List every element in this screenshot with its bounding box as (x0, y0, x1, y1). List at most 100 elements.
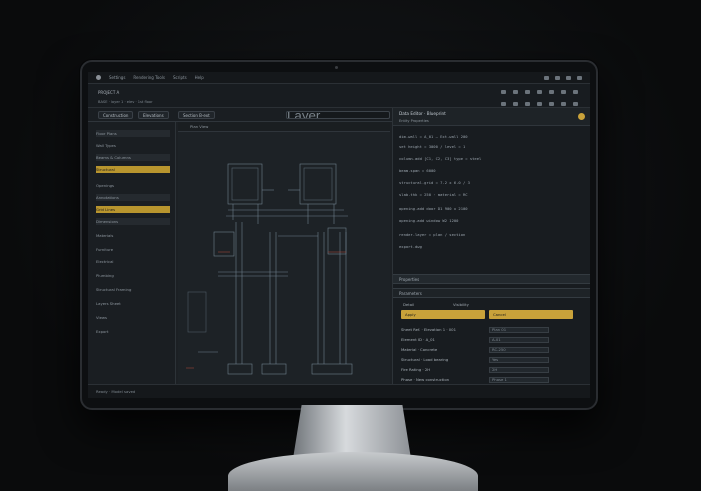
prop-row[interactable]: Sheet Ref. · Elevation 1 · 001 Plan 01 (401, 326, 585, 334)
user-icon[interactable] (577, 75, 582, 80)
snap-icon[interactable] (549, 102, 554, 106)
left-row[interactable]: Structural Framing (96, 286, 170, 293)
blueprint-drawing (186, 163, 353, 375)
left-row[interactable]: Plumbing (96, 272, 170, 279)
prop-row[interactable]: Material · Concrete RC-250 (401, 346, 585, 354)
settings-icon[interactable] (573, 90, 578, 94)
status-text: Ready · Model saved (96, 389, 136, 394)
apply-button[interactable]: Apply (401, 310, 485, 319)
prop-row[interactable]: Element ID · A_01 A-01 (401, 336, 585, 344)
section-parameters[interactable]: Parameters (393, 288, 590, 298)
code-line: opening.add door D1 900 x 2100 (399, 206, 468, 211)
wifi-icon (544, 75, 549, 80)
code-line: render.layer = plan / section (399, 232, 466, 237)
cancel-label: Cancel (493, 312, 506, 317)
prop-value[interactable]: A-01 (489, 337, 549, 343)
prop-label: Element ID · A_01 (401, 337, 435, 342)
left-row[interactable]: Export (96, 328, 170, 335)
render-icon[interactable] (561, 102, 566, 106)
prop-row[interactable]: Phase · New construction Phase 1 (401, 376, 585, 383)
code-line: structural.grid = 7.2 x 6.0 / 3 (399, 180, 470, 185)
prop-value[interactable]: RC-250 (489, 347, 549, 353)
menu-item-help[interactable]: Help (195, 75, 204, 80)
code-line: export.dwg (399, 244, 422, 249)
tab-section[interactable]: Section B-ext (178, 111, 215, 119)
code-line: slab.thk = 250 · material = RC (399, 192, 468, 197)
paste-icon[interactable] (537, 90, 542, 94)
camera-icon (335, 66, 338, 69)
pan-icon[interactable] (525, 102, 530, 106)
left-row[interactable]: Layers Sheet (96, 300, 170, 307)
tab-elevations[interactable]: Elevations (138, 111, 169, 119)
prop-label: Material · Concrete (401, 347, 438, 352)
left-row[interactable]: Materials (96, 232, 170, 239)
project-subtitle: BASE · layer 1 · elev · 1st floor (98, 100, 153, 104)
cancel-button[interactable]: Cancel (489, 310, 573, 319)
canvas-header: Plan View (178, 122, 390, 132)
prop-value[interactable]: Plan 01 (489, 327, 549, 333)
zoom-in-icon[interactable] (501, 102, 506, 106)
drawing-canvas[interactable]: Plan View (178, 122, 390, 384)
apply-label: Apply (405, 312, 416, 317)
toolbar-top (501, 90, 578, 94)
code-line: dim.wall = A_01 — Ext.wall 200 (399, 134, 468, 139)
left-row-selected[interactable]: Grid Lines (96, 206, 170, 213)
prop-value[interactable]: Yes (489, 357, 549, 363)
left-row-selected[interactable]: Structural (96, 166, 170, 173)
clock-icon (566, 75, 571, 80)
left-row[interactable]: Wall Types (96, 142, 170, 149)
prop-label: Sheet Ref. · Elevation 1 · 001 (401, 327, 457, 332)
export-icon[interactable] (573, 102, 578, 106)
copy-icon[interactable] (525, 90, 530, 94)
menu-item-settings[interactable]: Settings (109, 75, 125, 80)
grid-icon[interactable] (549, 90, 554, 94)
tab-construction[interactable]: Construction (98, 111, 134, 119)
layer-search-input[interactable] (286, 111, 390, 119)
info-icon[interactable] (578, 113, 585, 120)
left-row[interactable]: Dimensions (96, 218, 170, 225)
prop-value[interactable]: 2H (489, 367, 549, 373)
prop-label: Phase · New construction (401, 377, 450, 382)
right-panel: Data Editor · Blueprint Entity Propertie… (392, 108, 590, 384)
left-row[interactable]: Floor Plans (96, 130, 170, 137)
app-logo-icon (96, 75, 101, 80)
right-panel-title: Data Editor · Blueprint (399, 111, 446, 116)
battery-icon (555, 75, 560, 80)
project-bar: PROJECT A BASE · layer 1 · elev · 1st fl… (88, 84, 590, 108)
tab-visibility[interactable]: Visibility (453, 302, 469, 307)
redo-icon[interactable] (513, 90, 518, 94)
left-row[interactable]: Electrical (96, 258, 170, 265)
prop-row[interactable]: Structural · Load bearing Yes (401, 356, 585, 364)
code-line: set height = 3000 / level = 1 (399, 144, 466, 149)
left-row[interactable]: Openings (96, 182, 170, 189)
left-row[interactable]: Beams & Columns (96, 154, 170, 161)
tab-detail[interactable]: Detail (403, 302, 414, 307)
right-panel-header: Data Editor · Blueprint Entity Propertie… (393, 108, 590, 126)
layers-icon[interactable] (561, 90, 566, 94)
prop-row[interactable]: Fire Rating · 2H 2H (401, 366, 585, 374)
scene: Settings Rendering Tools Scripts Help PR… (0, 0, 701, 491)
prop-label: Structural · Load bearing (401, 357, 449, 362)
menu-item-scripts[interactable]: Scripts (173, 75, 187, 80)
left-row[interactable]: Furniture (96, 246, 170, 253)
canvas-label: Plan View (190, 124, 209, 129)
code-line: opening.add window W2 1200 (399, 218, 459, 223)
prop-value[interactable]: Phase 1 (489, 377, 549, 383)
status-bar: Ready · Model saved (88, 384, 590, 398)
section-properties[interactable]: Properties (393, 274, 590, 284)
code-line: column.add [C1, C2, C3] type = steel (399, 156, 482, 161)
monitor-stand-base (228, 452, 478, 491)
menu-bar: Settings Rendering Tools Scripts Help (88, 72, 590, 84)
menu-item-rendering[interactable]: Rendering Tools (133, 75, 165, 80)
project-title: PROJECT A (98, 90, 120, 95)
undo-icon[interactable] (501, 90, 506, 94)
measure-icon[interactable] (537, 102, 542, 106)
prop-label: Fire Rating · 2H (401, 367, 431, 372)
left-row[interactable]: Annotations (96, 194, 170, 201)
toolbar-secondary (501, 102, 578, 106)
zoom-out-icon[interactable] (513, 102, 518, 106)
right-panel-sub: Entity Properties (399, 119, 429, 123)
screen: Settings Rendering Tools Scripts Help PR… (88, 72, 590, 398)
code-editor[interactable]: dim.wall = A_01 — Ext.wall 200 set heigh… (399, 134, 585, 274)
left-row[interactable]: Views (96, 314, 170, 321)
